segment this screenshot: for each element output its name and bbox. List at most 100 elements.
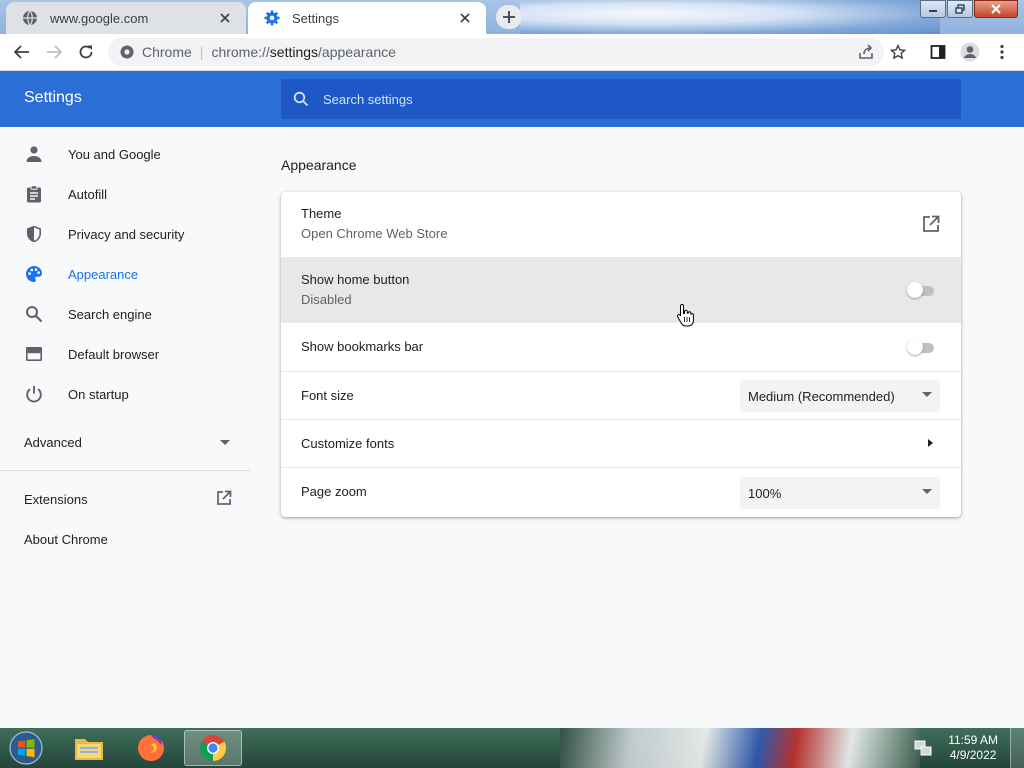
forward-icon[interactable] [44,42,64,62]
plus-icon [503,11,515,23]
font-size-label: Font size [301,388,354,403]
profile-avatar-icon[interactable] [960,42,980,62]
dropdown-arrow-icon [922,489,932,494]
theme-label: Theme [301,206,342,221]
sidebar-item-you-and-google[interactable]: You and Google [0,134,250,174]
bookmarks-bar-toggle[interactable] [907,338,937,356]
close-window-button[interactable] [974,0,1018,18]
tab-title: Settings [292,10,339,26]
minimize-button[interactable] [920,0,946,18]
sidebar-item-privacy-and-security[interactable]: Privacy and security [0,214,250,254]
system-clock[interactable]: 11:59 AM 4/9/2022 [948,733,998,763]
sidebar-item-label: Autofill [68,186,108,202]
sidebar-item-on-startup[interactable]: On startup [0,374,250,414]
close-icon[interactable] [456,9,474,27]
page-zoom-value: 100% [748,485,782,501]
search-box[interactable] [281,79,961,119]
home-button-label: Show home button [301,272,410,287]
new-tab-button[interactable] [496,5,522,29]
font-size-select[interactable]: Medium (Recommended) [740,380,940,412]
start-button[interactable] [4,730,48,766]
side-panel-icon[interactable] [928,42,948,62]
power-icon [24,384,44,404]
customize-fonts-label: Customize fonts [301,436,395,451]
taskbar-file-explorer[interactable] [60,730,118,766]
search-input[interactable] [323,91,923,107]
sidebar-item-label: Default browser [68,346,160,362]
bookmarks-bar-label: Show bookmarks bar [301,339,424,354]
browser-toolbar: Chrome | chrome://settings/appearance [0,34,1024,71]
toggle-knob [907,282,923,298]
toggle-knob [907,339,923,355]
sidebar-item-about-chrome[interactable]: About Chrome [0,519,250,559]
sidebar-item-autofill[interactable]: Autofill [0,174,250,214]
close-icon[interactable] [216,9,234,27]
clipboard-icon [24,184,44,204]
globe-icon [22,10,38,26]
tab-settings[interactable]: Settings [248,2,486,34]
sidebar-item-extensions[interactable]: Extensions [0,479,250,519]
star-icon[interactable] [888,42,908,62]
font-size-row: Font size Medium (Recommended) [281,371,961,419]
sidebar-item-search-engine[interactable]: Search engine [0,294,250,334]
reload-icon[interactable] [76,42,96,62]
page-zoom-label: Page zoom [301,484,367,499]
sidebar-item-label: Search engine [68,306,152,322]
window-controls [919,0,1018,20]
search-icon [24,304,44,324]
sidebar: You and Google Autofill Privacy and secu… [0,127,260,728]
chrome-icon [120,45,134,59]
chevron-right-icon [928,439,933,447]
tab-title: www.google.com [50,10,149,26]
gear-icon [264,10,280,26]
clock-time: 11:59 AM [948,733,998,747]
home-button-sublabel: Disabled [301,292,352,307]
page-zoom-select[interactable]: 100% [740,477,940,509]
settings-header: Settings [0,71,1024,127]
desktop-wallpaper [520,0,940,34]
sidebar-item-label: You and Google [68,146,161,162]
font-size-value: Medium (Recommended) [748,388,895,404]
clock-date: 4/9/2022 [949,748,997,762]
address-bar[interactable]: Chrome | chrome://settings/appearance [108,38,884,66]
external-link-icon[interactable] [922,215,940,236]
show-desktop-button[interactable] [1010,728,1024,768]
sidebar-item-label: About Chrome [24,531,108,547]
appearance-card: Theme Open Chrome Web Store Show home bu… [281,192,961,517]
home-button-toggle[interactable] [907,281,937,299]
share-icon[interactable] [856,42,876,62]
home-button-row[interactable]: Show home button Disabled [281,257,961,322]
customize-fonts-row[interactable]: Customize fonts [281,419,961,467]
network-icon[interactable] [914,739,932,757]
dropdown-arrow-icon [922,392,932,397]
shield-icon [24,224,44,244]
taskbar-firefox[interactable] [122,730,180,766]
palette-icon [24,264,44,284]
sidebar-divider [0,470,250,471]
taskbar-chrome[interactable] [184,730,242,766]
desktop-wallpaper [560,728,920,768]
section-title: Appearance [281,157,357,173]
site-info-chip[interactable]: Chrome [120,44,192,60]
hand-cursor-icon [676,303,694,327]
theme-row[interactable]: Theme Open Chrome Web Store [281,192,961,257]
search-icon [293,91,309,107]
more-menu-icon[interactable] [992,42,1012,62]
omnibox-separator: | [199,44,204,60]
tab-google[interactable]: www.google.com [6,2,246,34]
folder-icon [75,739,103,760]
firefox-icon [138,735,164,761]
advanced-label: Advanced [24,434,82,450]
sidebar-item-label: Privacy and security [68,226,185,242]
taskbar: 11:59 AM 4/9/2022 [0,728,1024,768]
bookmarks-bar-row[interactable]: Show bookmarks bar [281,322,961,371]
sidebar-item-appearance[interactable]: Appearance [0,254,250,294]
page-zoom-row: Page zoom 100% [281,467,961,517]
sidebar-advanced-toggle[interactable]: Advanced [0,422,250,462]
restore-button[interactable] [947,0,973,18]
sidebar-item-default-browser[interactable]: Default browser [0,334,250,374]
site-label: Chrome [142,44,192,60]
back-icon[interactable] [12,42,32,62]
windows-logo-icon [9,731,43,765]
browser-icon [24,344,44,364]
